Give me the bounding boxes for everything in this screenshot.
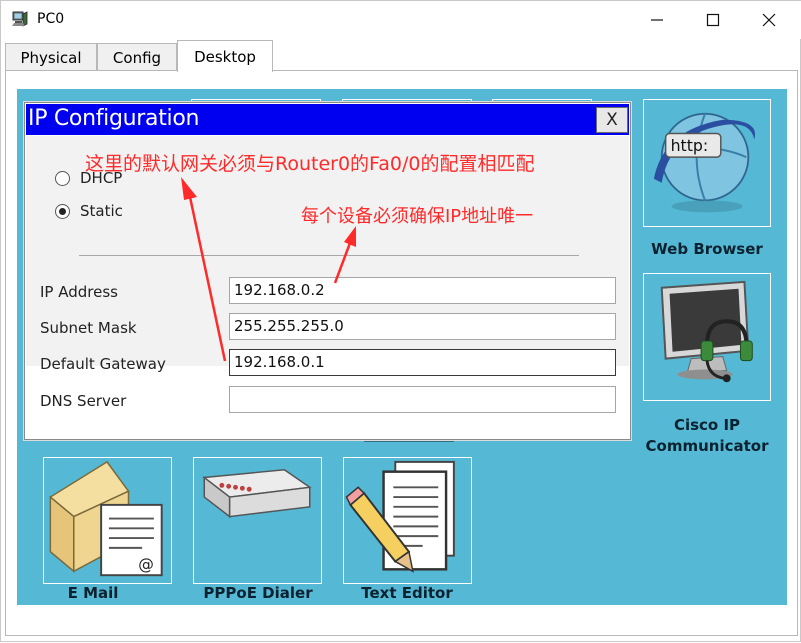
pc0-window: PC0 Physical Config Desktop http: Web Br…	[0, 0, 801, 642]
text-editor-app[interactable]	[343, 457, 472, 584]
ip-address-label: IP Address	[40, 283, 118, 301]
email-icon: @	[49, 460, 163, 577]
web-browser-icon: http:	[653, 112, 756, 213]
window-title: PC0	[37, 11, 65, 27]
close-icon	[762, 13, 776, 27]
pppoe-dialer-app[interactable]	[193, 457, 322, 584]
dialog-title: IP Configuration	[28, 106, 200, 131]
text-editor-label: Text Editor	[361, 584, 453, 602]
subnet-mask-input[interactable]: 255.255.255.0	[229, 313, 616, 340]
divider	[79, 255, 579, 256]
svg-text:http:: http:	[671, 136, 709, 155]
minimize-icon	[651, 19, 663, 21]
dialog-close-button[interactable]: X	[596, 107, 628, 133]
dns-server-label: DNS Server	[40, 392, 127, 410]
tab-config[interactable]: Config	[97, 43, 177, 71]
text-editor-icon	[345, 460, 455, 573]
web-browser-app[interactable]: http:	[643, 99, 771, 227]
pppoe-dialer-label: PPPoE Dialer	[203, 584, 313, 602]
dns-server-input[interactable]	[229, 386, 616, 413]
close-button[interactable]	[741, 1, 797, 39]
tab-desktop[interactable]: Desktop	[177, 40, 273, 72]
cisco-ip-communicator-label: Cisco IP Communicator	[645, 416, 769, 455]
title-bar: PC0	[1, 1, 801, 39]
tab-physical[interactable]: Physical	[5, 43, 97, 71]
cisco-ip-communicator-app[interactable]	[643, 273, 771, 401]
gateway-annotation: 这里的默认网关必须与Router0的Fa0/0的配置相匹配	[85, 153, 535, 175]
dhcp-radio[interactable]	[55, 170, 70, 186]
minimize-button[interactable]	[629, 1, 685, 39]
static-radio[interactable]	[55, 203, 70, 219]
email-label: E Mail	[67, 584, 119, 602]
static-option[interactable]: Static	[55, 202, 123, 220]
subnet-mask-label: Subnet Mask	[40, 319, 137, 337]
tab-strip: Physical Config Desktop	[1, 39, 801, 72]
email-app[interactable]: @	[43, 457, 172, 584]
pc-icon	[12, 11, 28, 27]
static-label: Static	[80, 202, 123, 220]
dialog-title-bar: IP Configuration X	[26, 104, 629, 135]
svg-text:@: @	[138, 555, 154, 573]
cisco-ip-communicator-icon	[660, 280, 753, 383]
maximize-icon	[706, 13, 720, 27]
web-browser-label: Web Browser	[651, 240, 763, 258]
default-gateway-input[interactable]: 192.168.0.1	[229, 349, 616, 376]
pppoe-dialer-icon	[202, 468, 312, 519]
ip-annotation: 每个设备必须确保IP地址唯一	[301, 206, 534, 227]
ip-address-input[interactable]: 192.168.0.2	[229, 277, 616, 304]
default-gateway-label: Default Gateway	[40, 355, 166, 373]
maximize-button[interactable]	[685, 1, 741, 39]
